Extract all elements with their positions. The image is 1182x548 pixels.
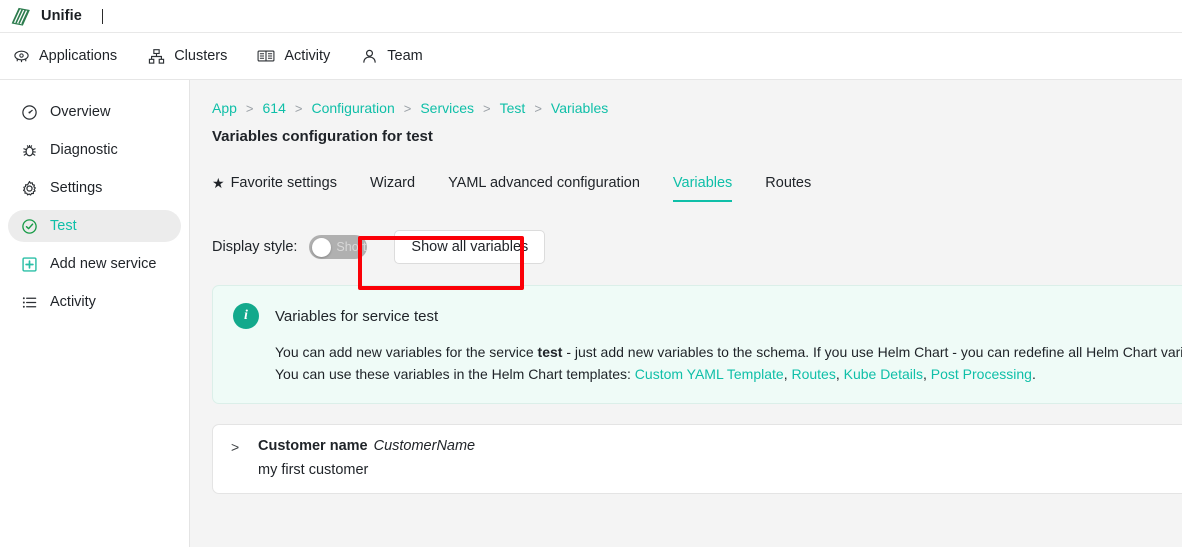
sidebar-label-test: Test [50, 218, 77, 234]
sidebar-item-add-new-service[interactable]: Add new service [8, 248, 181, 280]
variable-value: my first customer [258, 462, 369, 479]
sidebar-label-activity: Activity [50, 294, 96, 310]
applications-icon [12, 47, 30, 65]
breadcrumb-item-app[interactable]: App [212, 100, 237, 116]
star-icon: ★ [212, 175, 225, 191]
breadcrumb-separator: > [294, 100, 303, 116]
tab-bar: ★ Favorite settings Wizard YAML advanced… [212, 171, 1182, 202]
link-custom-yaml-template[interactable]: Custom YAML Template [635, 366, 784, 382]
page-title: Variables configuration for test [212, 128, 433, 145]
controls-row: Display style: Short Show all variables [212, 230, 1182, 264]
info-line-2-suffix: . [1031, 365, 1036, 382]
body: Overview Diagnostic Settings Test Add ne… [0, 80, 1182, 547]
toggle-knob [312, 237, 332, 257]
tab-label-favorite-settings: Favorite settings [230, 175, 337, 191]
tab-label-yaml-advanced-configuration: YAML advanced configuration [448, 175, 640, 191]
variable-card[interactable]: > Customer name CustomerName my first cu… [212, 424, 1182, 495]
tab-label-routes: Routes [765, 175, 812, 191]
tab-routes[interactable]: Routes [765, 171, 811, 202]
info-line-1-part-2: - just add new variables to the schema. … [562, 344, 1182, 360]
main-content: App > 614 > Configuration > Services > T… [190, 80, 1182, 547]
chevron-right-icon[interactable]: > [231, 439, 241, 455]
sidebar-label-diagnostic: Diagnostic [50, 142, 118, 158]
bug-icon [20, 141, 38, 159]
info-line-1: You can add new variables for the servic… [275, 342, 1182, 364]
nav-item-clusters[interactable]: Clusters [147, 47, 227, 65]
top-navigation: Applications Clusters Activity Team [0, 33, 1182, 80]
breadcrumb-item-test[interactable]: Test [500, 100, 526, 116]
clusters-icon [147, 47, 165, 65]
plus-square-icon [20, 255, 38, 273]
breadcrumb-separator: > [534, 100, 542, 116]
app-window: Unifie Applications Clusters Activity Te… [0, 0, 1182, 548]
display-style-toggle[interactable]: Short [309, 235, 368, 259]
info-line-1-bold: test [537, 344, 563, 360]
nav-label-applications: Applications [39, 48, 118, 64]
brand-name: Unifie [41, 8, 82, 24]
nav-item-team[interactable]: Team [360, 47, 423, 65]
sidebar-label-add-new-service: Add new service [50, 256, 157, 272]
tab-wizard[interactable]: Wizard [370, 171, 415, 202]
breadcrumb-item-variables[interactable]: Variables [551, 100, 608, 116]
info-line-2: You can use these variables in the Helm … [275, 364, 1182, 386]
link-routes[interactable]: Routes [791, 366, 835, 382]
sidebar: Overview Diagnostic Settings Test Add ne… [0, 80, 190, 547]
link-post-processing[interactable]: Post Processing [931, 366, 1032, 382]
breadcrumb: App > 614 > Configuration > Services > T… [212, 100, 1182, 116]
sidebar-label-settings: Settings [50, 180, 103, 196]
variable-header: > Customer name CustomerName [231, 438, 1182, 455]
gauge-icon [20, 103, 38, 121]
nav-label-clusters: Clusters [174, 48, 228, 64]
info-panel-body: You can add new variables for the servic… [275, 342, 1182, 385]
titlebar: Unifie [0, 0, 1182, 33]
show-all-variables-button[interactable]: Show all variables [394, 230, 546, 264]
nav-item-applications[interactable]: Applications [12, 47, 117, 65]
nav-label-activity: Activity [284, 48, 331, 64]
activity-book-icon [257, 47, 275, 65]
sidebar-item-diagnostic[interactable]: Diagnostic [8, 134, 181, 166]
tab-variables[interactable]: Variables [672, 171, 733, 202]
sidebar-item-overview[interactable]: Overview [8, 96, 181, 128]
breadcrumb-separator: > [245, 100, 254, 116]
link-sep-3: , [923, 365, 931, 382]
info-panel-header: i Variables for service test [233, 303, 1182, 329]
titlebar-divider [101, 8, 103, 24]
unifie-logo-icon [10, 6, 32, 27]
list-icon [20, 293, 38, 311]
info-line-2-prefix: You can use these variables in the Helm … [275, 365, 635, 382]
tab-favorite-settings[interactable]: ★ Favorite settings [212, 171, 337, 202]
breadcrumb-separator: > [403, 100, 412, 116]
link-kube-details[interactable]: Kube Details [844, 366, 923, 382]
team-person-icon [360, 47, 378, 65]
breadcrumb-item-614[interactable]: 614 [263, 100, 286, 116]
variable-name: Customer name [258, 438, 368, 455]
info-panel: i Variables for service test You can add… [212, 285, 1182, 405]
nav-item-activity[interactable]: Activity [257, 47, 330, 65]
breadcrumb-separator: > [483, 100, 491, 116]
sidebar-item-settings[interactable]: Settings [8, 172, 181, 204]
tab-yaml-advanced-configuration[interactable]: YAML advanced configuration [448, 171, 640, 202]
sidebar-item-activity[interactable]: Activity [8, 286, 181, 318]
breadcrumb-item-services[interactable]: Services [420, 100, 474, 116]
display-style-label: Display style: [212, 239, 298, 255]
info-icon: i [233, 303, 259, 329]
gear-icon [20, 179, 38, 197]
toggle-label: Short [336, 240, 367, 254]
link-sep-2: , [835, 365, 844, 382]
info-panel-title: Variables for service test [275, 307, 439, 325]
variable-key: CustomerName [373, 438, 476, 455]
tab-label-wizard: Wizard [369, 175, 416, 191]
breadcrumb-item-configuration[interactable]: Configuration [311, 100, 394, 116]
tab-label-variables: Variables [672, 175, 733, 191]
sidebar-label-overview: Overview [50, 104, 111, 120]
nav-label-team: Team [387, 48, 423, 64]
sidebar-item-test[interactable]: Test [8, 210, 181, 242]
check-circle-icon [20, 217, 38, 235]
info-line-1-part-1: You can add new variables for the servic… [275, 344, 538, 360]
